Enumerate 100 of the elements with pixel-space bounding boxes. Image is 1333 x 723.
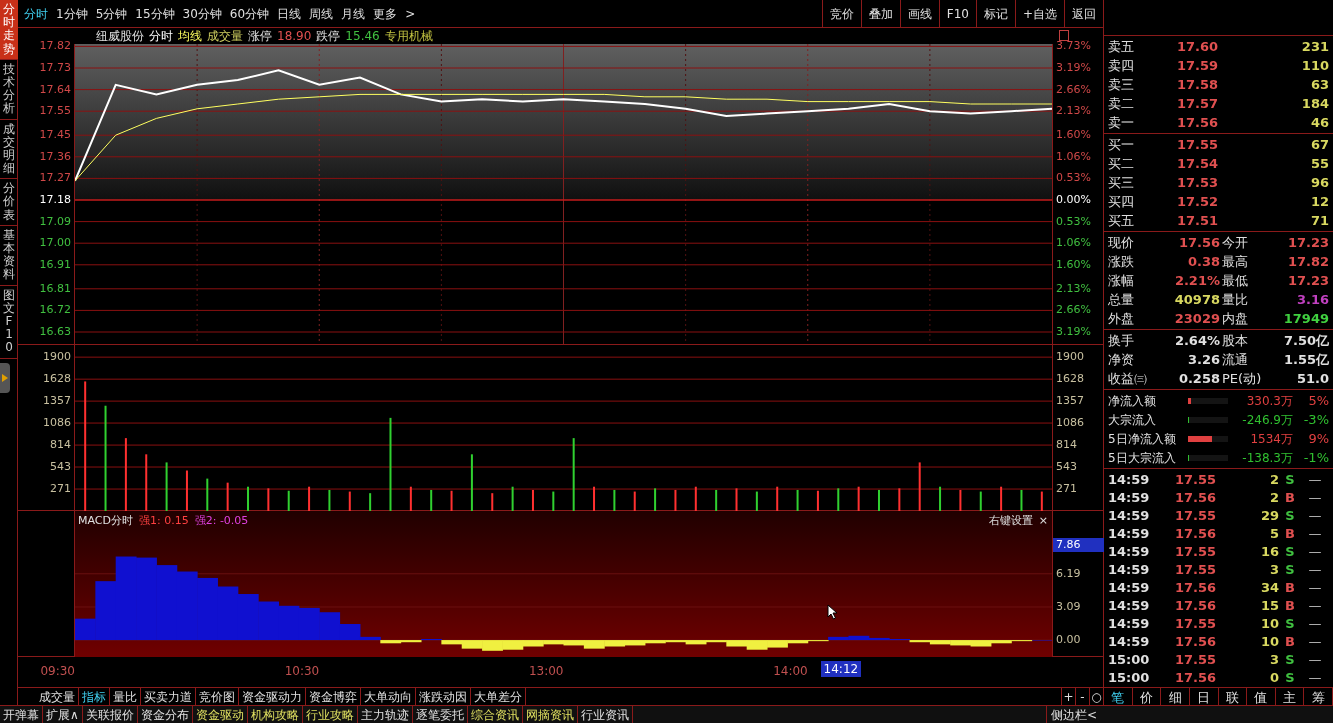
period-tab[interactable]: 5分钟 xyxy=(95,4,128,23)
volume-bar xyxy=(633,491,636,511)
volume-axis-label: 1628 xyxy=(1056,373,1084,385)
order-price: 17.60 xyxy=(1175,37,1218,56)
order-price: 17.52 xyxy=(1175,192,1218,211)
quote-value: 17.23 xyxy=(1286,271,1329,290)
price-axis-label: 16.81 xyxy=(39,282,71,294)
toolbar-button[interactable]: +自选 xyxy=(1014,0,1064,27)
percent-axis-label: 2.66% xyxy=(1056,304,1091,316)
quote-value: 17.56 xyxy=(1177,233,1221,252)
order-price: 17.57 xyxy=(1175,94,1218,113)
volume-bar xyxy=(145,454,148,511)
bottom-tab[interactable]: 关联报价 xyxy=(82,706,138,723)
bottom-tab[interactable]: 逐笔委托 xyxy=(412,706,468,723)
side-tab[interactable]: 技术分析 xyxy=(0,59,18,120)
trade-price: 17.55 xyxy=(1173,615,1216,634)
period-tab[interactable]: 月线 xyxy=(341,4,366,23)
bottom-tab[interactable]: 开弹幕 xyxy=(0,706,43,723)
quote-label: 最高 xyxy=(1222,252,1249,271)
header-text: 涨停 xyxy=(248,28,272,45)
period-tab[interactable]: > xyxy=(405,4,416,23)
trade-time: 14:59 xyxy=(1108,579,1151,598)
order-price: 17.58 xyxy=(1175,75,1218,94)
toolbar-button[interactable]: F10 xyxy=(938,0,976,27)
bottom-tab[interactable]: 综合资讯 xyxy=(467,706,523,723)
toolbar-button[interactable]: 画线 xyxy=(899,0,939,27)
volume-bar xyxy=(735,488,738,511)
percent-axis-label: 1.06% xyxy=(1056,150,1091,162)
price-axis-label: 17.00 xyxy=(39,237,71,249)
order-volume: 67 xyxy=(1309,135,1329,154)
macd-bar xyxy=(197,577,218,641)
trade-note: — xyxy=(1307,633,1323,652)
volume-bar xyxy=(226,482,229,511)
close-button[interactable]: × xyxy=(1038,513,1048,530)
price-axis-label: 17.73 xyxy=(39,62,71,73)
bottom-tab[interactable]: 机构攻略 xyxy=(247,706,303,723)
trade-price: 17.56 xyxy=(1173,525,1216,544)
trade-note: — xyxy=(1307,561,1323,580)
trade-volume: 2 xyxy=(1268,471,1279,490)
cursor-time-label: 14:12 xyxy=(820,661,862,677)
macd-axis-label: 0.00 xyxy=(1056,634,1081,646)
order-level-label: 卖二 xyxy=(1108,94,1135,113)
bottom-tab[interactable]: 网摘资讯 xyxy=(522,706,578,723)
quote-label: 股本 xyxy=(1222,331,1249,350)
side-tab[interactable]: 分价表 xyxy=(0,179,18,226)
trade-side: S xyxy=(1284,507,1296,526)
order-level-label: 买五 xyxy=(1108,211,1135,230)
bottom-tab[interactable]: 行业资讯 xyxy=(577,706,633,723)
mouse-cursor-icon xyxy=(827,604,839,620)
price-axis-label: 17.36 xyxy=(39,150,71,162)
period-tab[interactable]: 15分钟 xyxy=(135,4,175,23)
order-price: 17.56 xyxy=(1175,113,1218,132)
period-tab[interactable]: 更多 xyxy=(373,4,398,23)
side-tab[interactable]: 成交明细 xyxy=(0,119,18,180)
period-tab[interactable]: 周线 xyxy=(309,4,334,23)
volume-bar xyxy=(755,491,758,511)
side-tab[interactable]: 图文F10 xyxy=(0,285,18,359)
volume-bar xyxy=(348,491,351,511)
trade-price: 17.55 xyxy=(1173,471,1216,490)
trade-volume: 34 xyxy=(1259,579,1279,598)
bottom-tab[interactable]: 资金分布 xyxy=(137,706,193,723)
side-tab[interactable]: 分时走势 xyxy=(0,0,18,60)
bottom-tab[interactable]: 资金驱动 xyxy=(192,706,248,723)
bottom-tab[interactable]: 行业攻略 xyxy=(302,706,358,723)
bottom-tab[interactable]: 主力轨迹 xyxy=(357,706,413,723)
quote-label: 涨跌 xyxy=(1108,252,1135,271)
toolbar-button[interactable]: 标记 xyxy=(975,0,1015,27)
toolbar-button[interactable]: 叠加 xyxy=(860,0,900,27)
trade-volume: 10 xyxy=(1259,615,1279,634)
volume-bar xyxy=(287,490,290,511)
side-tab[interactable]: 基本资料 xyxy=(0,225,18,286)
bottom-tab[interactable]: 扩展∧ xyxy=(43,706,83,723)
period-tab[interactable]: 60分钟 xyxy=(229,4,270,23)
volume-bar xyxy=(531,489,534,511)
toolbar-button[interactable]: 返回 xyxy=(1064,0,1103,27)
volume-bar xyxy=(308,486,311,511)
quote-label: 外盘 xyxy=(1108,309,1135,328)
volume-bar xyxy=(593,486,596,511)
period-tab[interactable]: 30分钟 xyxy=(182,4,222,23)
trade-time: 14:59 xyxy=(1108,471,1151,490)
volume-axis-label: 1086 xyxy=(1056,417,1084,429)
toolbar-button[interactable]: 竞价 xyxy=(821,0,861,27)
quote-value: 7.50亿 xyxy=(1282,331,1329,350)
period-tab[interactable]: 分时 xyxy=(24,4,48,23)
period-tab[interactable]: 日线 xyxy=(277,4,302,23)
period-tab[interactable]: 1分钟 xyxy=(56,4,88,23)
expand-handle[interactable] xyxy=(0,362,10,393)
trade-volume: 16 xyxy=(1259,543,1279,562)
quote-value: 2.64% xyxy=(1173,331,1221,350)
order-price: 17.59 xyxy=(1175,56,1218,75)
percent-axis-label: 2.66% xyxy=(1056,83,1091,95)
quote-label: 总量 xyxy=(1108,290,1135,309)
trade-time: 14:59 xyxy=(1108,615,1151,634)
volume-bar xyxy=(654,488,657,511)
panel-toggle-icon[interactable] xyxy=(1059,30,1069,41)
quote-label: PE(动) xyxy=(1222,369,1262,388)
price-axis-label: 17.45 xyxy=(39,129,71,141)
flow-label: 净流入额 xyxy=(1108,392,1157,410)
volume-bar xyxy=(898,488,901,511)
sidebar-toggle[interactable]: 侧边栏< xyxy=(1045,706,1101,723)
